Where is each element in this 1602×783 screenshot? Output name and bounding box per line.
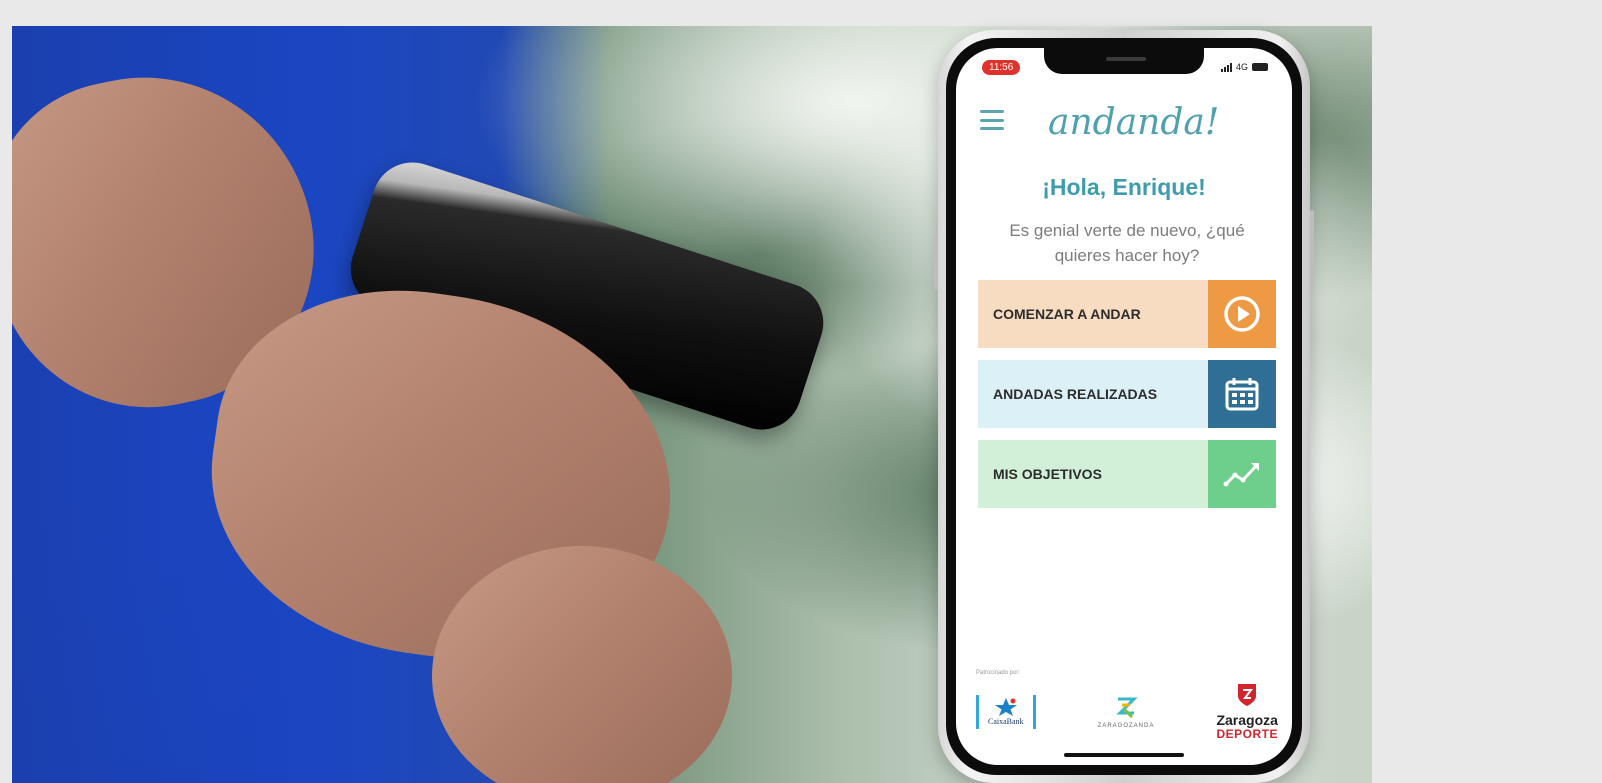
- sponsor-logos: CaixaBank ZARAGOZANDA Zaragoza DEPORTE: [976, 682, 1278, 741]
- my-goals-button[interactable]: MIS OBJETIVOS: [978, 440, 1276, 508]
- trend-chart-icon: [1208, 440, 1276, 508]
- notch: [1044, 48, 1204, 74]
- menu-item-label: MIS OBJETIVOS: [993, 466, 1102, 482]
- star-icon: [994, 697, 1017, 716]
- z-mark-icon: [1116, 697, 1138, 718]
- app-screen: 11:56 4G andanda! ¡Hola, Enrique! Es gen…: [956, 48, 1292, 765]
- phone-bezel: 11:56 4G andanda! ¡Hola, Enrique! Es gen…: [946, 38, 1302, 775]
- status-time: 11:56: [982, 60, 1021, 75]
- status-indicators: 4G: [1220, 62, 1268, 72]
- zaragoza-deporte-logo: Zaragoza DEPORTE: [1216, 682, 1278, 741]
- shield-icon: [1238, 684, 1257, 706]
- signal-icon: [1220, 62, 1232, 72]
- menu-item-label: COMENZAR A ANDAR: [993, 306, 1141, 322]
- zaragoza-word: Zaragoza: [1216, 712, 1278, 728]
- wrist: [432, 546, 732, 783]
- sponsors-label: Patrocinado por:: [976, 670, 1021, 676]
- zaragozanda-name: ZARAGOZANDA: [1097, 722, 1155, 729]
- menu-item-label: ANDADAS REALIZADAS: [993, 386, 1158, 402]
- start-walking-button[interactable]: COMENZAR A ANDAR: [978, 280, 1276, 348]
- greeting-subtitle: Es genial verte de nuevo, ¿qué quieres h…: [1009, 221, 1245, 265]
- deporte-word: DEPORTE: [1216, 727, 1278, 741]
- sponsors-section: Patrocinado por: CaixaBank ZARAGOZANDA Z…: [976, 670, 1278, 741]
- app-logo: andanda!: [1048, 102, 1220, 143]
- main-menu: COMENZAR A ANDAR ANDADAS REALIZADAS MIS …: [978, 280, 1276, 520]
- play-icon: [1208, 280, 1276, 348]
- completed-walks-button[interactable]: ANDADAS REALIZADAS: [978, 360, 1276, 428]
- phone-mockup: 11:56 4G andanda! ¡Hola, Enrique! Es gen…: [934, 30, 1314, 783]
- home-indicator[interactable]: [1064, 753, 1184, 757]
- volume-button: [934, 230, 938, 290]
- calendar-icon: [1208, 360, 1276, 428]
- hamburger-menu-icon[interactable]: [980, 110, 1004, 130]
- caixabank-name: CaixaBank: [988, 716, 1024, 726]
- zaragozanda-logo: ZARAGOZANDA: [1098, 695, 1155, 729]
- power-button: [1310, 210, 1314, 290]
- greeting-title: ¡Hola, Enrique!: [1042, 174, 1206, 200]
- caixabank-logo: CaixaBank: [976, 694, 1036, 729]
- network-label: 4G: [1235, 62, 1248, 72]
- battery-icon: [1252, 63, 1268, 71]
- app-header: andanda!: [956, 96, 1292, 156]
